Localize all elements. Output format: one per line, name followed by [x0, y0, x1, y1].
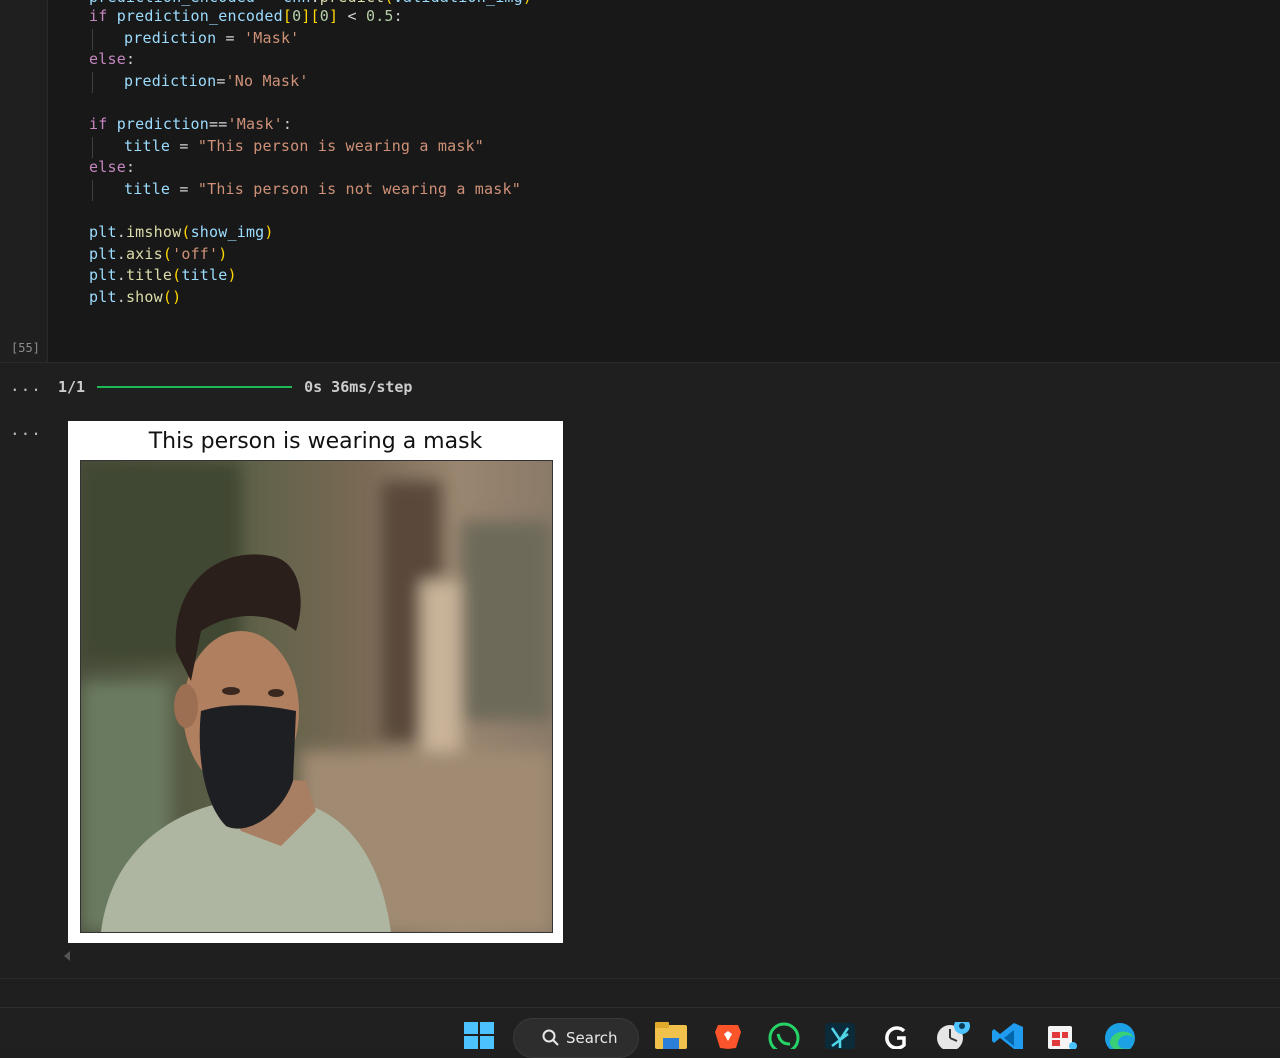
cell-divider [0, 362, 1280, 363]
progress-output: 1/1 0s 36ms/step [58, 378, 412, 396]
app-icon[interactable] [824, 1022, 856, 1054]
progress-bar [97, 386, 293, 388]
vscode-icon[interactable] [992, 1022, 1024, 1054]
progress-label: 1/1 [58, 378, 86, 396]
logitech-g-icon[interactable] [880, 1022, 912, 1054]
search-label: Search [566, 1029, 618, 1047]
output-menu-button[interactable]: ... [10, 376, 42, 395]
brave-browser-icon[interactable] [714, 1022, 746, 1054]
status-area [0, 979, 1280, 1007]
code-line-12[interactable]: plt.axis('off') [89, 244, 228, 266]
file-explorer-icon[interactable] [655, 1022, 687, 1054]
progress-time: 0s 36ms/step [304, 378, 413, 396]
indent-guide [92, 72, 93, 93]
execution-count: [55] [11, 341, 40, 355]
code-line-2[interactable]: prediction = 'Mask' [124, 28, 299, 50]
progress-bar-fill [97, 386, 293, 388]
code-line-1[interactable]: if prediction_encoded[0][0] < 0.5: [89, 6, 403, 28]
edge-browser-icon[interactable] [1104, 1022, 1136, 1054]
code-line-4[interactable]: prediction='No Mask' [124, 71, 309, 93]
masked-person-photo [80, 460, 553, 933]
taskbar: Search [0, 1007, 1280, 1058]
code-line-9[interactable]: title = "This person is not wearing a ma… [124, 179, 521, 201]
photo-illustration [81, 461, 552, 932]
whatsapp-icon[interactable] [768, 1022, 800, 1054]
scroll-left-arrow[interactable] [64, 951, 70, 961]
output-figure: This person is wearing a mask [68, 421, 563, 943]
indent-guide [92, 137, 93, 158]
code-line-3[interactable]: else: [89, 49, 135, 71]
indent-guide [92, 29, 93, 50]
search-icon [542, 1029, 559, 1046]
windows-start-icon[interactable] [464, 1022, 495, 1049]
snipping-tool-icon[interactable] [1048, 1022, 1080, 1054]
code-cell: prediction_encoded = cnn.predict(validat… [0, 0, 1280, 362]
code-line-11[interactable]: plt.imshow(show_img) [89, 222, 274, 244]
code-line-13[interactable]: plt.title(title) [89, 265, 237, 287]
output-menu-button-2[interactable]: ... [10, 420, 42, 439]
taskbar-search-input[interactable]: Search [513, 1018, 639, 1058]
code-line-7[interactable]: title = "This person is wearing a mask" [124, 136, 484, 158]
code-line-8[interactable]: else: [89, 157, 135, 179]
clock-app-icon[interactable] [936, 1018, 970, 1054]
code-line-6[interactable]: if prediction=='Mask': [89, 114, 292, 136]
code-line-14[interactable]: plt.show() [89, 287, 181, 309]
figure-title: This person is wearing a mask [148, 429, 483, 454]
indent-guide [92, 180, 93, 201]
